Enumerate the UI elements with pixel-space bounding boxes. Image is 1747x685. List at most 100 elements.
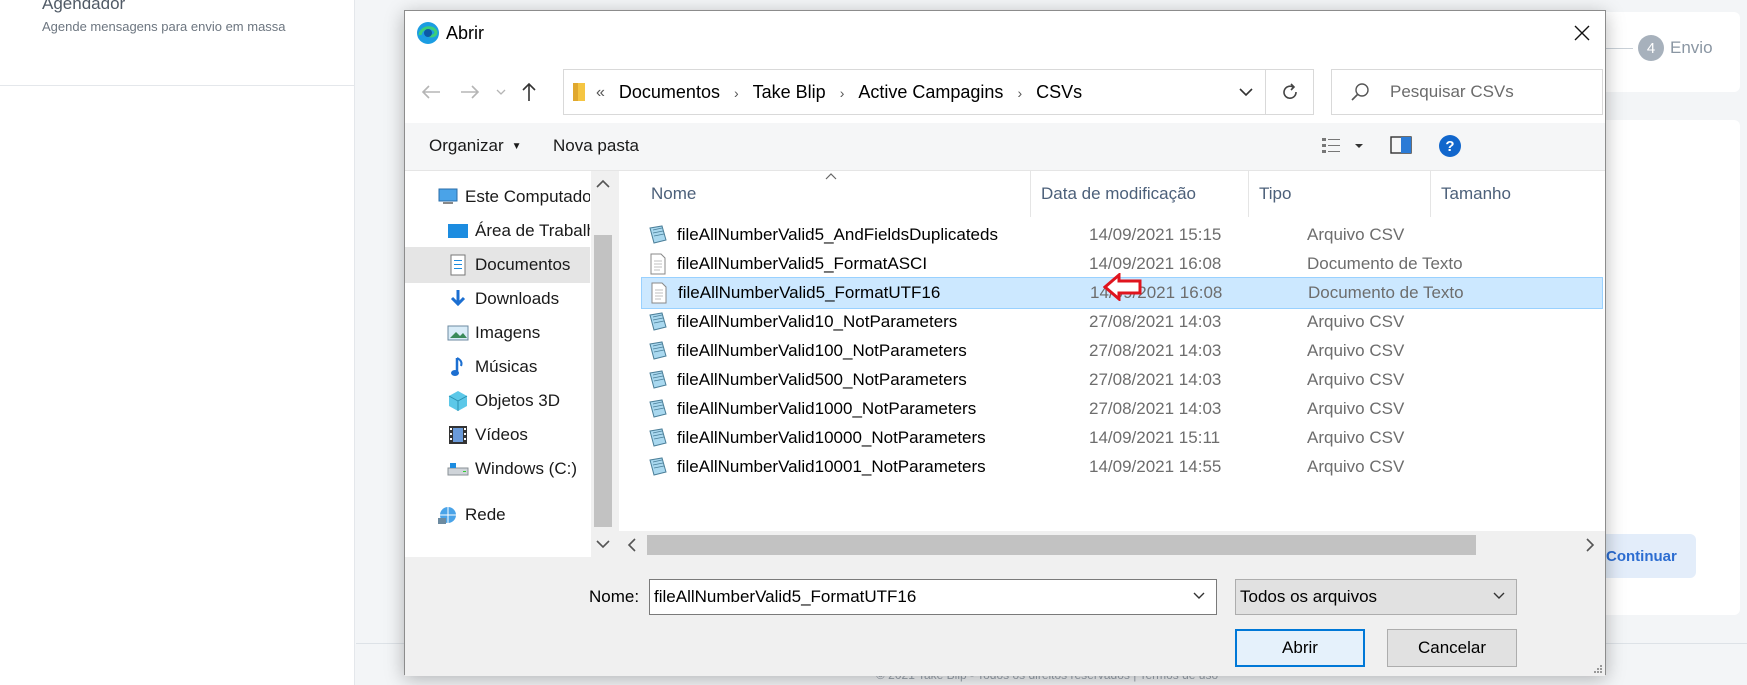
refresh-icon xyxy=(1282,83,1297,99)
file-name: fileAllNumberValid10000_NotParameters xyxy=(677,428,986,447)
breadcrumb-item[interactable]: Documentos xyxy=(619,82,720,103)
up-button[interactable] xyxy=(517,80,541,104)
nav-item-label: Imagens xyxy=(475,323,541,342)
step-envio[interactable]: 4 Envio xyxy=(1638,35,1713,61)
dialog-footer: Nome: fileAllNumberValid5_FormatUTF16 To… xyxy=(405,557,1605,676)
step-label: Envio xyxy=(1670,38,1713,57)
recent-locations-button[interactable] xyxy=(489,80,513,104)
close-icon xyxy=(1574,25,1590,41)
file-date-cell: 14/09/2021 15:11 xyxy=(1089,428,1221,447)
close-button[interactable] xyxy=(1559,11,1605,55)
file-name-cell: fileAllNumberValid5_FormatUTF16 xyxy=(642,282,940,304)
chevron-down-icon xyxy=(496,89,506,95)
chevron-right-icon[interactable] xyxy=(1585,538,1595,552)
nav-item-label: Objetos 3D xyxy=(475,391,561,410)
file-row[interactable]: fileAllNumberValid10_NotParameters 27/08/… xyxy=(641,306,1603,338)
file-type-select[interactable]: Todos os arquivos xyxy=(1235,579,1517,615)
file-row[interactable]: fileAllNumberValid10001_NotParameters 14/… xyxy=(641,451,1603,483)
nav-item-network[interactable]: Rede xyxy=(405,497,590,533)
chevron-right-icon[interactable]: › xyxy=(734,85,739,101)
forward-button[interactable] xyxy=(458,80,482,104)
nav-item-desktop[interactable]: Área de Trabalho xyxy=(405,213,590,249)
chevron-down-icon[interactable] xyxy=(596,539,610,549)
chevron-left-icon[interactable] xyxy=(627,538,637,552)
filename-label: Nome: xyxy=(589,587,640,606)
nav-item-documents[interactable]: Documentos xyxy=(405,247,590,283)
nav-pane-scrollbar[interactable] xyxy=(591,171,615,557)
nav-item-pictures[interactable]: Imagens xyxy=(405,315,590,351)
chevron-down-icon[interactable] xyxy=(1192,589,1206,603)
chevron-right-icon[interactable]: › xyxy=(1017,85,1022,101)
organize-menu[interactable]: Organizar ▼ xyxy=(429,136,522,156)
file-name: fileAllNumberValid10001_NotParameters xyxy=(677,457,986,476)
csv-file-icon xyxy=(647,311,669,333)
breadcrumb-item[interactable]: Active Campagins xyxy=(858,82,1003,103)
search-box[interactable] xyxy=(1331,69,1603,115)
breadcrumb-item[interactable]: Take Blip xyxy=(753,82,826,103)
desktop-icon xyxy=(447,220,469,242)
scrollbar-thumb[interactable] xyxy=(647,535,1476,555)
file-name-cell: fileAllNumberValid10001_NotParameters xyxy=(641,456,986,478)
file-row[interactable]: fileAllNumberValid5_AndFieldsDuplicateds… xyxy=(641,219,1603,251)
command-bar: Organizar ▼ Nova pasta ? xyxy=(405,123,1605,171)
chevron-down-icon[interactable] xyxy=(1239,85,1253,99)
chevron-right-icon[interactable]: › xyxy=(840,85,845,101)
nav-item-label: Windows (C:) xyxy=(475,459,578,478)
cancel-button[interactable]: Cancelar xyxy=(1387,629,1517,667)
file-row[interactable]: fileAllNumberValid10000_NotParameters 14/… xyxy=(641,422,1603,454)
resize-grip-icon[interactable] xyxy=(1593,664,1603,674)
file-type-cell: Arquivo CSV xyxy=(1307,370,1405,389)
file-name: fileAllNumberValid5_FormatASCI xyxy=(677,254,928,273)
text-file-icon xyxy=(648,282,670,304)
file-row[interactable]: fileAllNumberValid100_NotParameters 27/08… xyxy=(641,335,1603,367)
column-header-size[interactable]: Tamanho xyxy=(1431,171,1605,217)
annotation-arrow-icon xyxy=(1103,273,1142,301)
column-header-type[interactable]: Tipo xyxy=(1249,171,1431,217)
3d-objects-icon xyxy=(447,390,469,412)
address-bar[interactable]: « Documentos › Take Blip › Active Campag… xyxy=(563,69,1266,115)
help-button[interactable]: ? xyxy=(1438,134,1462,163)
nav-item-music[interactable]: Músicas xyxy=(405,349,590,385)
view-options-button[interactable] xyxy=(1321,134,1365,163)
scrollbar-thumb[interactable] xyxy=(594,235,612,527)
nav-item-this-pc[interactable]: Este Computador xyxy=(405,179,590,215)
file-name: fileAllNumberValid1000_NotParameters xyxy=(677,399,977,418)
breadcrumb-overflow[interactable]: « xyxy=(596,84,605,102)
column-header-name[interactable]: Nome xyxy=(641,171,1031,217)
nav-item-label: Músicas xyxy=(475,357,538,376)
file-name: fileAllNumberValid10_NotParameters xyxy=(677,312,958,331)
step-number: 4 xyxy=(1638,35,1664,61)
file-row[interactable]: fileAllNumberValid500_NotParameters 27/08… xyxy=(641,364,1603,396)
file-name-cell: fileAllNumberValid100_NotParameters xyxy=(641,340,967,362)
refresh-button[interactable] xyxy=(1266,69,1314,115)
file-date-cell: 27/08/2021 14:03 xyxy=(1089,399,1222,418)
folder-icon xyxy=(573,83,585,101)
open-button[interactable]: Abrir xyxy=(1235,629,1365,667)
back-button[interactable] xyxy=(419,80,443,104)
file-row[interactable]: fileAllNumberValid1000_NotParameters 27/0… xyxy=(641,393,1603,425)
file-list-scrollbar[interactable] xyxy=(619,531,1605,557)
filename-input[interactable]: fileAllNumberValid5_FormatUTF16 xyxy=(649,579,1217,615)
file-name: fileAllNumberValid500_NotParameters xyxy=(677,370,967,389)
column-header-date[interactable]: Data de modificação xyxy=(1031,171,1249,217)
nav-item-windows-c[interactable]: Windows (C:) xyxy=(405,451,590,487)
file-list: Nome Data de modificação Tipo Tamanho fi… xyxy=(619,171,1605,557)
sidebar-divider xyxy=(0,85,355,86)
caret-down-icon: ▼ xyxy=(511,140,522,152)
file-name-cell: fileAllNumberValid5_FormatASCI xyxy=(641,253,927,275)
nav-item-videos[interactable]: Vídeos xyxy=(405,417,590,453)
csv-file-icon xyxy=(647,427,669,449)
nav-item-downloads[interactable]: Downloads xyxy=(405,281,590,317)
file-date-cell: 14/09/2021 14:55 xyxy=(1089,457,1222,476)
csv-file-icon xyxy=(647,340,669,362)
svg-text:?: ? xyxy=(1445,138,1454,155)
app-subtitle: Agende mensagens para envio em massa xyxy=(42,19,286,34)
file-name: fileAllNumberValid100_NotParameters xyxy=(677,341,967,360)
chevron-up-icon[interactable] xyxy=(596,179,610,189)
preview-pane-button[interactable] xyxy=(1390,134,1412,161)
search-input[interactable] xyxy=(1390,80,1590,104)
new-folder-button[interactable]: Nova pasta xyxy=(553,136,639,156)
file-name-cell: fileAllNumberValid10_NotParameters xyxy=(641,311,957,333)
breadcrumb-item[interactable]: CSVs xyxy=(1036,82,1082,103)
nav-item-3d-objects[interactable]: Objetos 3D xyxy=(405,383,590,419)
